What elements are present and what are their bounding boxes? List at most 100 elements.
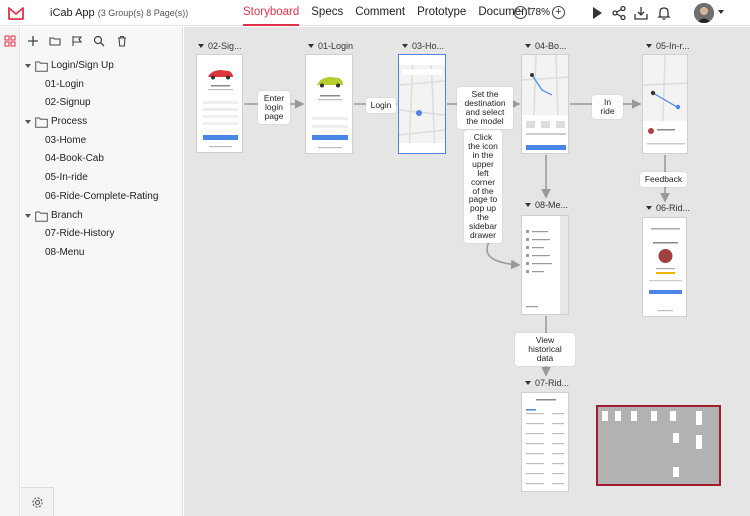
app-logo-icon[interactable] — [6, 3, 26, 23]
tree-page-label: 08-Menu — [45, 246, 85, 258]
tree-page-label: 02-Signup — [45, 97, 91, 109]
minimap-page — [651, 411, 657, 421]
tree-page-03-home[interactable]: 03-Home — [21, 132, 183, 151]
tree-group-label: Branch — [51, 209, 83, 221]
frame-05-in-ride[interactable] — [642, 54, 688, 154]
account-menu-caret-icon[interactable] — [718, 10, 724, 14]
tab-prototype[interactable]: Prototype — [417, 0, 466, 26]
frame-title-label: 04-Bo... — [535, 41, 567, 51]
minimap-page — [631, 411, 637, 421]
project-name: iCab App — [50, 7, 95, 19]
tree-page-05-in-ride[interactable]: 05-In-ride — [21, 169, 183, 188]
frame-06-ride-complete[interactable] — [642, 217, 687, 317]
note-click-icon[interactable]: Click the icon in the upper left corner … — [464, 130, 502, 244]
play-icon[interactable] — [589, 5, 605, 21]
page-tree-sidebar: Login/Sign Up 01-Login 02-Signup Process… — [21, 27, 183, 516]
sidebar-toolbar — [21, 27, 183, 55]
frame-title-05-in-ride[interactable]: 05-In-r... — [646, 41, 690, 51]
tab-comment[interactable]: Comment — [355, 0, 405, 26]
note-enter-login[interactable]: Enter login page — [258, 91, 290, 124]
gear-icon[interactable] — [31, 496, 44, 509]
note-in-ride[interactable]: In ride — [592, 95, 623, 119]
frame-title-03-home[interactable]: 03-Ho... — [402, 41, 444, 51]
zoom-in-button[interactable]: + — [552, 6, 565, 19]
collapse-caret-icon[interactable] — [25, 64, 31, 68]
share-icon[interactable] — [611, 5, 627, 21]
frame-title-label: 07-Rid... — [535, 378, 570, 388]
frame-title-01-login[interactable]: 01-Login — [308, 41, 353, 51]
tree-page-07-ride-history[interactable]: 07-Ride-History — [21, 225, 183, 244]
tree-group-process[interactable]: Process — [21, 113, 183, 132]
frame-title-label: 06-Rid... — [656, 203, 691, 213]
main-tabs: Storyboard Specs Comment Prototype Docum… — [243, 0, 543, 26]
frame-title-label: 08-Me... — [535, 200, 569, 210]
tree-page-02-signup[interactable]: 02-Signup — [21, 94, 183, 113]
frame-title-label: 05-In-r... — [656, 41, 690, 51]
tree-page-label: 03-Home — [45, 134, 87, 146]
page-tree: Login/Sign Up 01-Login 02-Signup Process… — [21, 57, 183, 263]
tab-specs[interactable]: Specs — [311, 0, 343, 26]
canvas-minimap[interactable] — [596, 405, 721, 486]
minimap-page — [673, 467, 679, 477]
book-cab-thumbnail — [522, 55, 568, 150]
bell-icon[interactable] — [656, 5, 672, 21]
storyboard-canvas[interactable]: 02-Sig... 01-Login 03-Ho... 04-Bo... 05-… — [184, 27, 750, 516]
sidebar-settings[interactable] — [21, 487, 54, 516]
frame-title-label: 03-Ho... — [412, 41, 445, 51]
menu-drawer-thumbnail — [526, 216, 568, 314]
pages-icon[interactable] — [4, 35, 16, 47]
tree-page-01-login[interactable]: 01-Login — [21, 76, 183, 95]
frame-03-home[interactable] — [398, 54, 446, 154]
minimap-page — [615, 411, 621, 421]
collapse-caret-icon[interactable] — [25, 120, 31, 125]
frame-title-07-ride-history[interactable]: 07-Rid... — [525, 378, 569, 388]
tree-group-login-signup[interactable]: Login/Sign Up — [21, 57, 183, 76]
plus-icon[interactable] — [27, 35, 39, 47]
frame-title-08-menu[interactable]: 08-Me... — [525, 200, 568, 210]
folder-icon — [35, 61, 48, 72]
tree-group-label: Process — [51, 116, 88, 128]
tab-storyboard[interactable]: Storyboard — [243, 0, 300, 26]
tree-group-branch[interactable]: Branch — [21, 207, 183, 226]
tree-group-label: Login/Sign Up — [51, 60, 114, 71]
tree-page-04-book-cab[interactable]: 04-Book-Cab — [21, 150, 183, 169]
left-rail — [0, 27, 20, 516]
frame-04-book-cab[interactable] — [521, 54, 569, 154]
user-photo-icon — [694, 3, 714, 23]
trash-icon[interactable] — [116, 35, 128, 47]
frame-02-signup[interactable] — [196, 54, 243, 153]
frame-title-04-book-cab[interactable]: 04-Bo... — [525, 41, 567, 51]
minimap-page — [696, 435, 702, 449]
tree-page-label: 04-Book-Cab — [45, 153, 104, 165]
frame-07-ride-history[interactable] — [521, 392, 569, 492]
frame-08-menu[interactable] — [521, 215, 569, 315]
minimap-page — [696, 411, 702, 425]
frame-01-login[interactable] — [305, 54, 353, 154]
search-icon[interactable] — [93, 35, 105, 47]
rating-thumbnail — [649, 228, 682, 312]
frame-title-02-signup[interactable]: 02-Sig... — [198, 41, 242, 51]
collapse-caret-icon[interactable] — [25, 213, 31, 218]
tree-page-08-menu[interactable]: 08-Menu — [21, 244, 183, 263]
tree-page-label: 06-Ride-Complete-Rating — [45, 190, 159, 202]
tree-page-06-ride-complete-rating[interactable]: 06-Ride-Complete-Rating — [21, 188, 183, 207]
zoom-out-button[interactable]: − — [514, 6, 527, 19]
note-set-destination[interactable]: Set the destination and select the model — [457, 87, 513, 129]
download-icon[interactable] — [633, 5, 649, 21]
note-login[interactable]: Login — [366, 98, 396, 113]
tree-page-label: 07-Ride-History — [45, 228, 115, 240]
folder-icon — [35, 117, 48, 128]
folder-icon[interactable] — [49, 35, 61, 47]
minimap-page — [673, 433, 679, 443]
note-feedback[interactable]: Feedback — [640, 172, 687, 187]
signup-screen-thumbnail — [203, 70, 238, 148]
top-bar: iCab App (3 Group(s) 8 Page(s)) Storyboa… — [0, 0, 750, 26]
flag-icon[interactable] — [71, 35, 83, 47]
home-map-thumbnail — [399, 55, 445, 153]
user-avatar[interactable] — [694, 3, 714, 23]
login-screen-thumbnail — [312, 77, 348, 149]
minimap-page — [602, 411, 608, 421]
note-view-history[interactable]: View historical data — [515, 333, 575, 366]
frame-title-06-ride-complete[interactable]: 06-Rid... — [646, 203, 690, 213]
tree-page-label: 01-Login — [45, 78, 84, 90]
